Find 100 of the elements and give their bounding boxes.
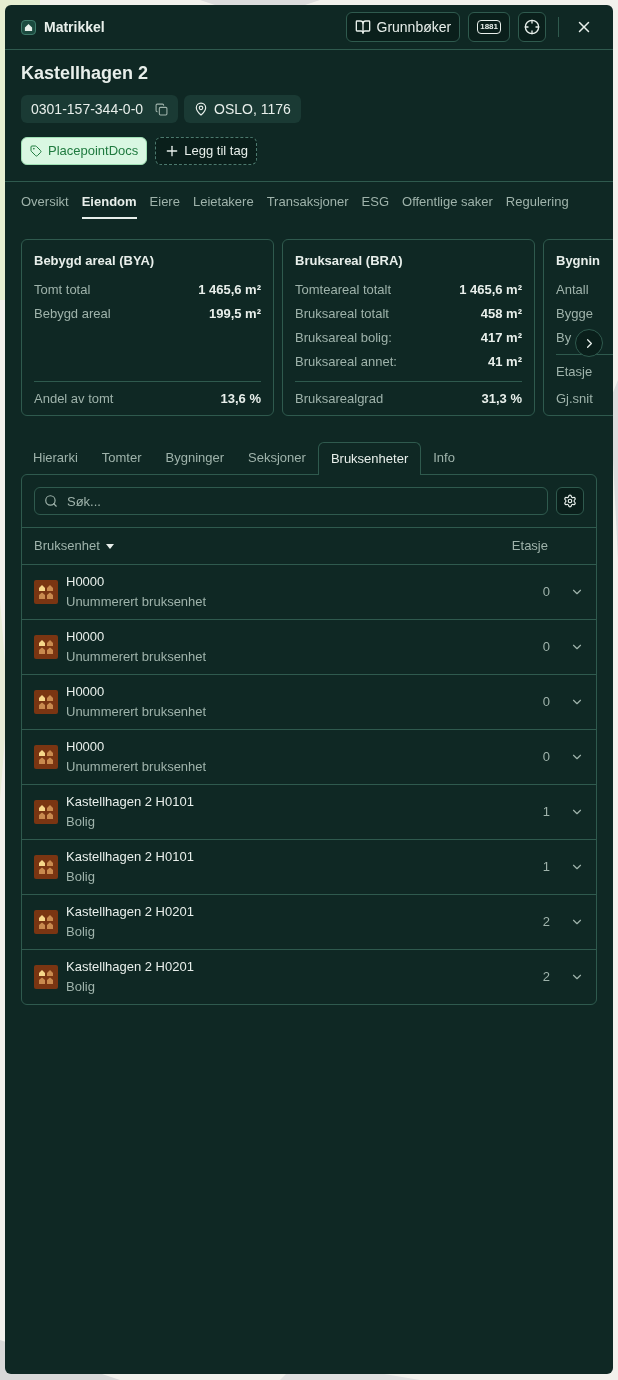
map-pin-icon	[194, 102, 209, 116]
tag-icon	[30, 145, 42, 157]
house-icon	[34, 745, 58, 769]
unit-row[interactable]: H0000 Unummerert bruksenhet 0	[22, 674, 596, 729]
stat-label: Tomt total	[34, 281, 91, 298]
unit-name: Kastellhagen 2 H0201	[66, 903, 195, 921]
house-icon	[34, 580, 58, 604]
floor-number: 0	[542, 693, 550, 712]
tab[interactable]: Eiendom	[81, 182, 137, 219]
unit-row[interactable]: H0000 Unummerert bruksenhet 0	[22, 729, 596, 784]
tag-chip[interactable]: PlacepointDocs	[21, 137, 148, 165]
add-tag-button[interactable]: Legg til tag	[155, 137, 257, 165]
settings-button[interactable]	[556, 487, 584, 515]
property-id: 0301-157-344-0-0	[31, 100, 144, 119]
tab[interactable]: Regulering	[505, 182, 569, 219]
unit-type: Bolig	[66, 813, 96, 831]
floor-number: 2	[542, 968, 550, 987]
stat-label: Gj.snit	[556, 390, 593, 407]
unit-row[interactable]: H0000 Unummerert bruksenhet 0	[22, 619, 596, 674]
unit-type: Bolig	[66, 868, 96, 886]
unit-name: H0000	[66, 628, 106, 646]
house-icon	[34, 910, 58, 934]
stat-value: 1 465,6 m²	[198, 281, 261, 298]
locate-button[interactable]	[518, 12, 546, 42]
floor-number: 1	[542, 858, 550, 877]
tab[interactable]: ESG	[361, 182, 389, 219]
sort-caret-icon	[105, 543, 114, 549]
unit-type: Unummerert bruksenhet	[66, 758, 208, 776]
subtab[interactable]: Bygninger	[153, 442, 237, 474]
floor-number: 2	[542, 913, 550, 932]
stat-value: 1 465,6 m²	[459, 281, 522, 298]
floor-number: 1	[542, 803, 550, 822]
stat-value: 199,5 m²	[208, 305, 261, 322]
book-icon	[354, 19, 371, 35]
unit-row[interactable]: Kastellhagen 2 H0201 Bolig 2	[22, 894, 596, 949]
unit-type: Unummerert bruksenhet	[66, 593, 208, 611]
stat-label: Andel av tomt	[34, 390, 114, 407]
unit-name: Kastellhagen 2 H0101	[66, 793, 195, 811]
grunnboker-button[interactable]: Grunnbøker	[345, 12, 461, 42]
unit-row[interactable]: H0000 Unummerert bruksenhet 0	[22, 564, 596, 619]
subtab[interactable]: Info	[421, 442, 467, 474]
search-field[interactable]: Søk...	[34, 487, 548, 515]
unit-name: Kastellhagen 2 H0101	[66, 848, 195, 866]
unit-type: Unummerert bruksenhet	[66, 648, 208, 666]
house-icon	[34, 855, 58, 879]
card-title: Bruksareal (BRA)	[295, 252, 404, 269]
house-icon	[34, 635, 58, 659]
tab[interactable]: Offentlige saker	[402, 182, 493, 219]
unit-type: Bolig	[66, 923, 96, 941]
app-logo-icon	[21, 19, 36, 35]
stat-label: Bruksareal annet:	[295, 353, 397, 370]
crosshair-icon	[524, 19, 540, 35]
stat-value: 417 m²	[480, 329, 522, 346]
unit-name: H0000	[66, 573, 106, 591]
location-text: OSLO, 1176	[214, 100, 291, 119]
house-icon	[34, 965, 58, 989]
unit-name: H0000	[66, 683, 106, 701]
stat-label: Tomteareal totalt	[295, 281, 392, 298]
house-icon	[34, 690, 58, 714]
search-icon	[44, 494, 58, 508]
stat-label: Antall	[556, 281, 589, 298]
stat-label: Etasje	[556, 363, 593, 380]
floor-number: 0	[542, 748, 550, 767]
stat-value: 13,6 %	[220, 390, 261, 407]
stat-label: Bygge	[556, 305, 593, 322]
unit-row[interactable]: Kastellhagen 2 H0101 Bolig 1	[22, 839, 596, 894]
stat-label: Bruksareal totalt	[295, 305, 389, 322]
stat-label: Bebygd areal	[34, 305, 111, 322]
tab[interactable]: Oversikt	[21, 182, 69, 219]
unit-name: H0000	[66, 738, 106, 756]
scroll-right-button[interactable]	[575, 329, 603, 357]
column-header: Etasje	[511, 537, 548, 556]
tab[interactable]: Leietakere	[192, 182, 254, 219]
unit-row[interactable]: Kastellhagen 2 H0201 Bolig 2	[22, 949, 596, 1004]
subtab[interactable]: Seksjoner	[236, 442, 318, 474]
tab[interactable]: Transaksjoner	[266, 182, 349, 219]
stat-label: Bruksareal bolig:	[295, 329, 392, 346]
column-header[interactable]: Bruksenhet	[34, 536, 114, 556]
subtab[interactable]: Bruksenheter	[317, 442, 422, 475]
house-icon	[34, 800, 58, 824]
card-title: Bebygd areal (BYA)	[34, 252, 156, 269]
stat-label: By	[556, 329, 572, 346]
stat-value: 31,3 %	[481, 390, 522, 407]
stat-value: 458 m²	[480, 305, 522, 322]
copy-icon[interactable]	[155, 102, 169, 116]
phone-directory-button[interactable]: 1881	[468, 12, 510, 42]
panel-title: Matrikkel	[44, 18, 105, 37]
subtab[interactable]: Hierarki	[21, 442, 90, 474]
unit-type: Unummerert bruksenhet	[66, 703, 208, 721]
card-title: Bygnin	[556, 252, 602, 269]
unit-name: Kastellhagen 2 H0201	[66, 958, 195, 976]
floor-number: 0	[542, 583, 550, 602]
property-name: Kastellhagen 2	[21, 62, 150, 85]
stat-label: Bruksarealgrad	[295, 390, 384, 407]
unit-row[interactable]: Kastellhagen 2 H0101 Bolig 1	[22, 784, 596, 839]
floor-number: 0	[542, 638, 550, 657]
tab[interactable]: Eiere	[149, 182, 180, 219]
subtab[interactable]: Tomter	[89, 442, 154, 474]
stat-value: 41 m²	[488, 353, 522, 370]
unit-type: Bolig	[66, 978, 96, 996]
